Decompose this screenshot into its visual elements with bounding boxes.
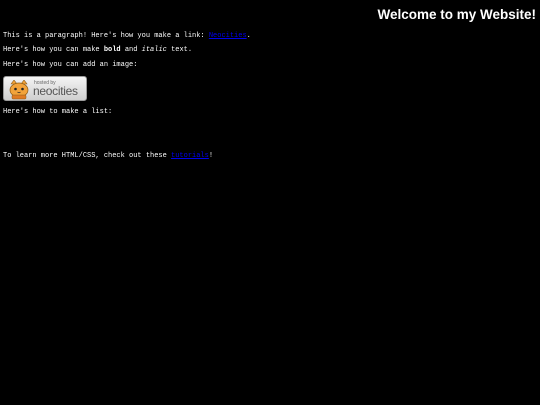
- bold-end-text: text.: [166, 46, 193, 54]
- learn-paragraph: To learn more HTML/CSS, check out these …: [3, 152, 213, 161]
- page-title: Welcome to my Website!: [377, 7, 536, 22]
- neocities-link[interactable]: Neocities: [209, 32, 247, 40]
- italic-example: italic: [141, 46, 167, 54]
- formatting-paragraph: Here's how you can make bold and italic …: [3, 46, 192, 55]
- tutorials-link[interactable]: tutorials: [171, 152, 209, 160]
- bold-example: bold: [103, 46, 121, 54]
- link-intro-text: This is a paragraph! Here's how you make…: [3, 32, 209, 40]
- link-paragraph: This is a paragraph! Here's how you make…: [3, 32, 251, 41]
- list-paragraph: Here's how to make a list:: [3, 108, 113, 116]
- bold-mid-text: and: [120, 46, 142, 54]
- link-end-text: .: [246, 32, 251, 40]
- learn-end-text: !: [208, 152, 214, 160]
- image-paragraph: Here's how you can add an image:: [3, 61, 138, 69]
- hosted-by-neocities-badge[interactable]: hosted by neocities: [3, 76, 87, 101]
- badge-neocities-text: neocities: [33, 84, 78, 98]
- bold-intro-text: Here's how you can make: [3, 46, 104, 54]
- neocities-cat-icon: [9, 80, 29, 100]
- learn-intro-text: To learn more HTML/CSS, check out these: [3, 152, 172, 160]
